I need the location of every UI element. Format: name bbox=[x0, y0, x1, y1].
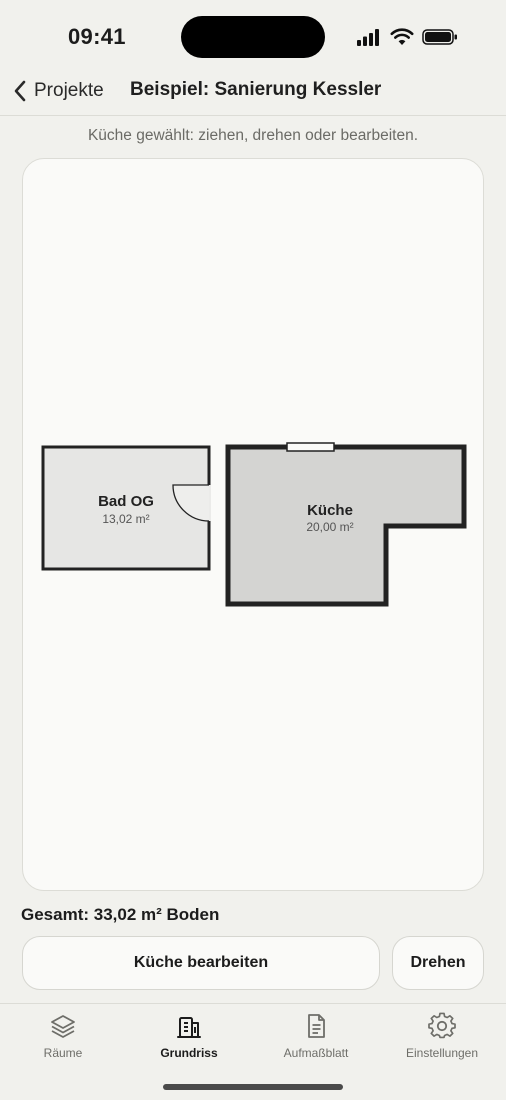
room-kueche[interactable]: Küche 20,00 m² bbox=[225, 442, 467, 607]
floor-plan-svg: Bad OG 13,02 m² Küche 20,00 m² bbox=[41, 442, 467, 607]
layers-icon bbox=[51, 1015, 75, 1038]
signal-icon bbox=[357, 29, 379, 46]
room-bad-og[interactable]: Bad OG 13,02 m² bbox=[41, 445, 211, 571]
tab-label: Aufmaßblatt bbox=[283, 1046, 349, 1060]
total-area: Gesamt: 33,02 m² Boden bbox=[21, 905, 220, 924]
document-icon bbox=[308, 1014, 325, 1038]
tab-einstellungen[interactable]: Einstellungen bbox=[379, 1012, 505, 1072]
tab-label: Räume bbox=[43, 1046, 83, 1060]
navigation-bar: Projekte Beispiel: Sanierung Kessler bbox=[0, 70, 506, 116]
status-bar: 09:41 bbox=[0, 0, 506, 70]
edit-room-button[interactable]: Küche bearbeiten bbox=[22, 936, 380, 990]
home-indicator[interactable] bbox=[163, 1084, 343, 1090]
back-label: Projekte bbox=[34, 80, 104, 101]
building-icon bbox=[177, 1017, 201, 1038]
room-area-kueche: 20,00 m² bbox=[306, 520, 353, 534]
rotate-button[interactable]: Drehen bbox=[392, 936, 484, 990]
room-name-kueche: Küche bbox=[307, 502, 353, 519]
status-icons bbox=[356, 26, 458, 48]
tab-raeume[interactable]: Räume bbox=[0, 1012, 126, 1072]
tab-label: Grundriss bbox=[160, 1046, 218, 1060]
room-area-bad-og: 13,02 m² bbox=[102, 512, 149, 526]
tab-label: Einstellungen bbox=[405, 1046, 479, 1060]
gear-icon bbox=[428, 1012, 456, 1039]
chevron-left-icon bbox=[14, 80, 26, 102]
status-time: 09:41 bbox=[68, 24, 126, 49]
window-marker bbox=[286, 442, 335, 452]
page-title: Beispiel: Sanierung Kessler bbox=[130, 79, 382, 100]
back-button[interactable]: Projekte bbox=[12, 76, 104, 106]
battery-icon bbox=[422, 29, 457, 45]
dynamic-island bbox=[181, 16, 325, 58]
selection-hint: Küche gewählt: ziehen, drehen oder bearb… bbox=[87, 127, 419, 144]
floor-plan-canvas[interactable]: Bad OG 13,02 m² Küche 20,00 m² bbox=[22, 158, 484, 891]
room-name-bad-og: Bad OG bbox=[98, 493, 154, 510]
wifi-icon bbox=[390, 28, 414, 45]
tab-aufmassblatt[interactable]: Aufmaßblatt bbox=[253, 1012, 379, 1072]
tab-grundriss[interactable]: Grundriss bbox=[126, 1012, 252, 1072]
